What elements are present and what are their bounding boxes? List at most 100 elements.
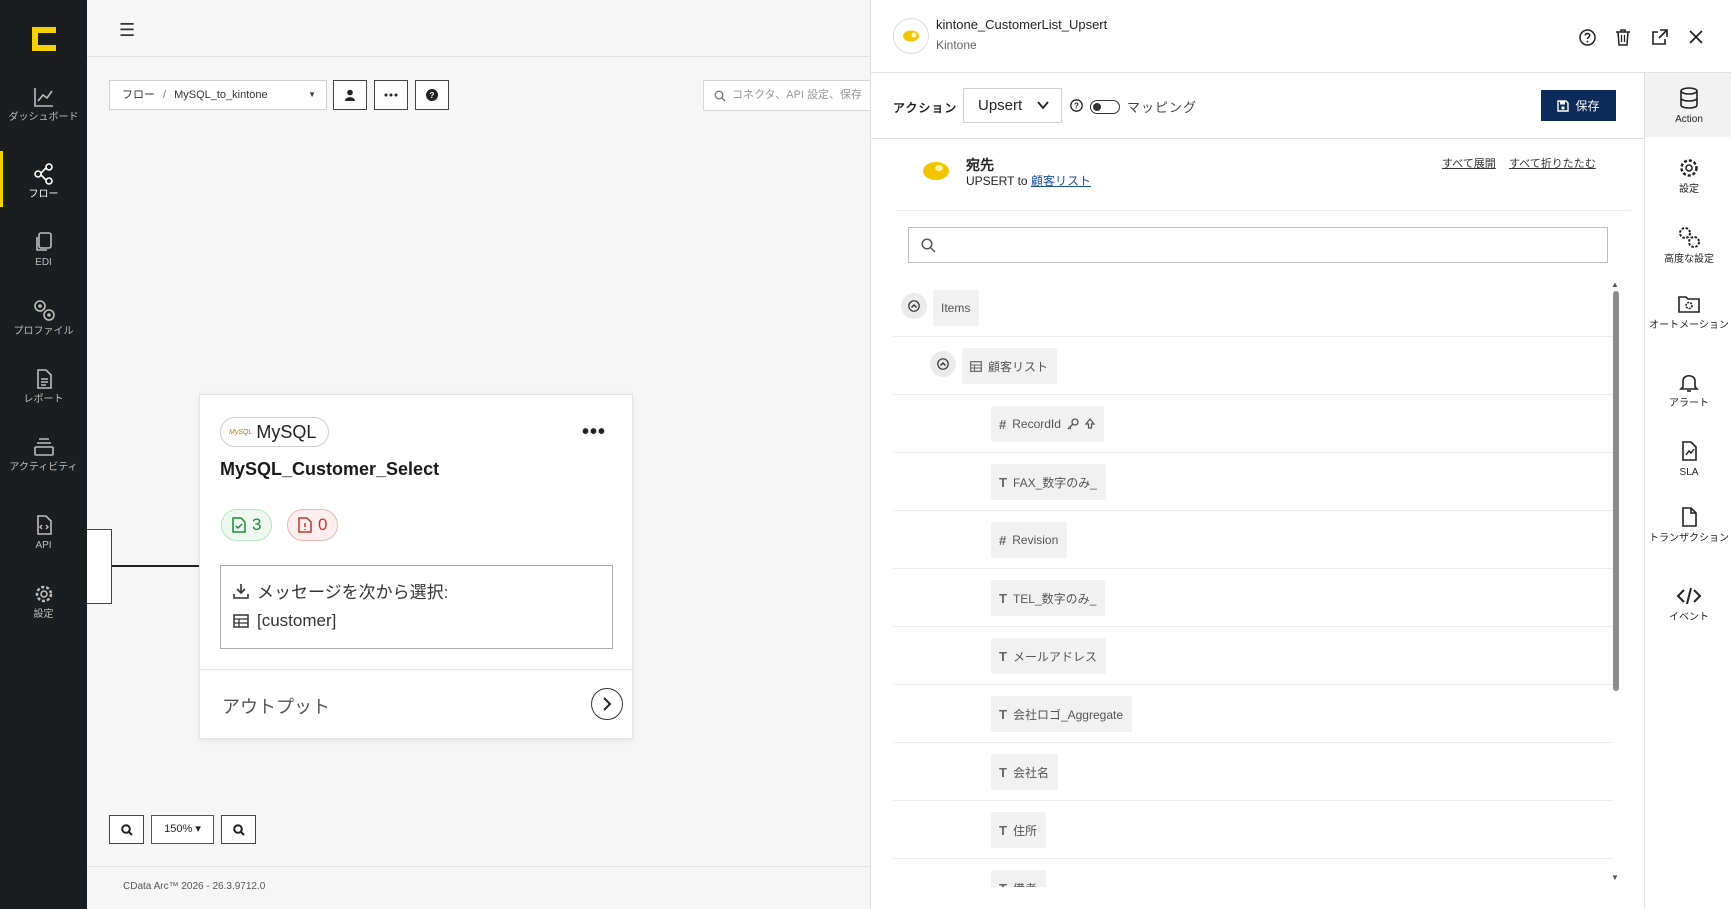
rail-item-action[interactable]: Action: [1645, 73, 1731, 137]
card-title: MySQL_Customer_Select: [220, 459, 440, 479]
zoom-in-button[interactable]: [109, 815, 144, 844]
tree-row: Items: [893, 279, 1613, 337]
error-count-badge[interactable]: 0: [287, 509, 339, 541]
collapse-toggle-icon[interactable]: [901, 293, 927, 319]
previous-connector-stub[interactable]: [87, 529, 112, 604]
gear-icon: [1680, 159, 1698, 177]
tree-row: T FAX_数字のみ_: [893, 453, 1613, 511]
tree-node-field[interactable]: T FAX_数字のみ_: [991, 464, 1106, 500]
nav-item-label: 設定: [33, 609, 54, 620]
floppy-disk-icon: [1557, 99, 1570, 112]
mapping-toggle[interactable]: [1090, 100, 1120, 114]
tree-node-field[interactable]: T TEL_数字のみ_: [991, 580, 1106, 616]
text-type-icon: T: [999, 764, 1007, 780]
app-logo-icon[interactable]: [30, 25, 58, 53]
tree-node-field[interactable]: # RecordId: [991, 406, 1104, 442]
nav-item-label: フロー: [28, 189, 59, 200]
nav-item-api[interactable]: API: [0, 514, 87, 551]
tree-node-field[interactable]: T 住所: [991, 812, 1046, 848]
field-search-input[interactable]: [908, 227, 1608, 263]
destination-table-link[interactable]: 顧客リスト: [1031, 174, 1091, 188]
user-button[interactable]: [333, 80, 367, 110]
nav-item-activity[interactable]: アクティビティ: [0, 436, 87, 473]
success-count: 3: [252, 515, 262, 534]
kintone-logo-icon: [923, 162, 949, 180]
rail-item-automation[interactable]: オートメーション: [1645, 293, 1731, 331]
tree-node-field[interactable]: T 会社ロゴ_Aggregate: [991, 696, 1133, 732]
text-type-icon: T: [999, 474, 1007, 490]
flow-canvas[interactable]: ☰ フロー / MySQL_to_kintone ▼ ? コネクタ、API 設定、保…: [87, 0, 873, 909]
layers-icon: [33, 438, 54, 456]
upload-icon: [1084, 418, 1095, 429]
rail-item-advanced-settings[interactable]: 高度な設定: [1645, 225, 1731, 265]
rail-item-events[interactable]: イベント: [1645, 585, 1731, 623]
external-link-icon: [1651, 28, 1668, 45]
connector-card[interactable]: MySQL MySQL ••• MySQL_Customer_Select 3 …: [199, 394, 633, 739]
database-icon: [1680, 87, 1698, 109]
scroll-down-arrow-icon[interactable]: ▼: [1611, 873, 1619, 882]
top-bar: ☰: [87, 0, 870, 57]
nav-item-profile[interactable]: プロファイル: [0, 298, 87, 337]
help-button[interactable]: [1577, 27, 1597, 47]
bell-icon: [1679, 374, 1699, 392]
action-label: アクション: [893, 101, 958, 115]
flow-breadcrumb-select[interactable]: フロー / MySQL_to_kintone ▼: [109, 80, 327, 110]
collapse-toggle-icon[interactable]: [930, 351, 956, 377]
number-type-icon: #: [999, 532, 1007, 548]
gears-icon: [1679, 227, 1700, 248]
rail-item-transactions[interactable]: トランザクション: [1645, 506, 1731, 544]
chevron-right-icon: [603, 697, 612, 711]
output-expand-button[interactable]: [591, 688, 623, 720]
tree-scrollbar-thumb[interactable]: [1613, 291, 1619, 691]
save-button[interactable]: 保存: [1541, 90, 1616, 121]
api-file-icon: [36, 515, 52, 535]
nav-item-settings[interactable]: 設定: [0, 583, 87, 620]
collapse-all-link[interactable]: すべて折りたたむ: [1509, 155, 1596, 171]
tree-node-field[interactable]: T メールアドレス: [991, 638, 1106, 674]
rail-item-alerts[interactable]: アラート: [1645, 371, 1731, 409]
code-icon: [1676, 587, 1702, 605]
nav-item-edi[interactable]: EDI: [0, 231, 87, 268]
tree-row: # Revision: [893, 511, 1613, 569]
zoom-level-select[interactable]: 150% ▾: [151, 815, 214, 844]
rail-item-sla[interactable]: SLA: [1645, 440, 1731, 478]
nav-item-dashboard[interactable]: ダッシュボード: [0, 86, 87, 123]
mapping-label: マッピング: [1127, 100, 1198, 115]
open-external-button[interactable]: [1649, 27, 1669, 47]
connector-name: kintone_CustomerList_Upsert: [936, 17, 1108, 32]
nav-item-flow[interactable]: フロー: [0, 151, 87, 207]
chevron-down-icon: [1037, 89, 1049, 134]
more-options-button[interactable]: [374, 80, 408, 110]
delete-button[interactable]: [1613, 27, 1633, 47]
tree-node-table[interactable]: 顧客リスト: [962, 348, 1058, 384]
tree-node-field[interactable]: T 会社名: [991, 754, 1058, 790]
success-count-badge[interactable]: 3: [221, 509, 273, 541]
card-more-icon[interactable]: •••: [582, 421, 606, 444]
nav-item-label: API: [35, 540, 52, 551]
breadcrumb-root[interactable]: フロー: [122, 89, 155, 101]
tree-node-field[interactable]: T 備考: [991, 870, 1046, 887]
question-circle-icon[interactable]: ?: [1070, 99, 1083, 117]
trash-icon: [1616, 28, 1630, 46]
nav-item-label: プロファイル: [13, 326, 74, 337]
rail-item-settings[interactable]: 設定: [1645, 157, 1731, 195]
version-text: CData Arc™ 2026 - 26.3.9712.0: [123, 881, 266, 892]
input-source-box[interactable]: メッセージを次から選択: [customer]: [220, 565, 613, 649]
tree-node-label: FAX_数字のみ_: [1012, 475, 1097, 490]
expand-all-link[interactable]: すべて展開: [1442, 155, 1496, 171]
connector-search-input[interactable]: コネクタ、API 設定、保存: [703, 80, 873, 111]
nav-item-label: アクティビティ: [9, 462, 78, 473]
close-icon: [1689, 30, 1703, 44]
scroll-up-arrow-icon[interactable]: ▲: [1611, 280, 1619, 289]
nav-item-report[interactable]: レポート: [0, 368, 87, 405]
close-button[interactable]: [1686, 27, 1706, 47]
action-select[interactable]: Upsert: [963, 88, 1062, 123]
hamburger-menu-icon[interactable]: ☰: [119, 20, 135, 41]
help-button[interactable]: ?: [415, 80, 449, 110]
svg-text:?: ?: [430, 91, 435, 100]
tree-node-label: Revision: [1012, 533, 1059, 547]
tree-node-field[interactable]: # Revision: [991, 522, 1068, 558]
tree-node-items[interactable]: Items: [933, 290, 980, 326]
zoom-out-button[interactable]: [221, 815, 256, 844]
rail-item-label: 設定: [1679, 184, 1699, 195]
